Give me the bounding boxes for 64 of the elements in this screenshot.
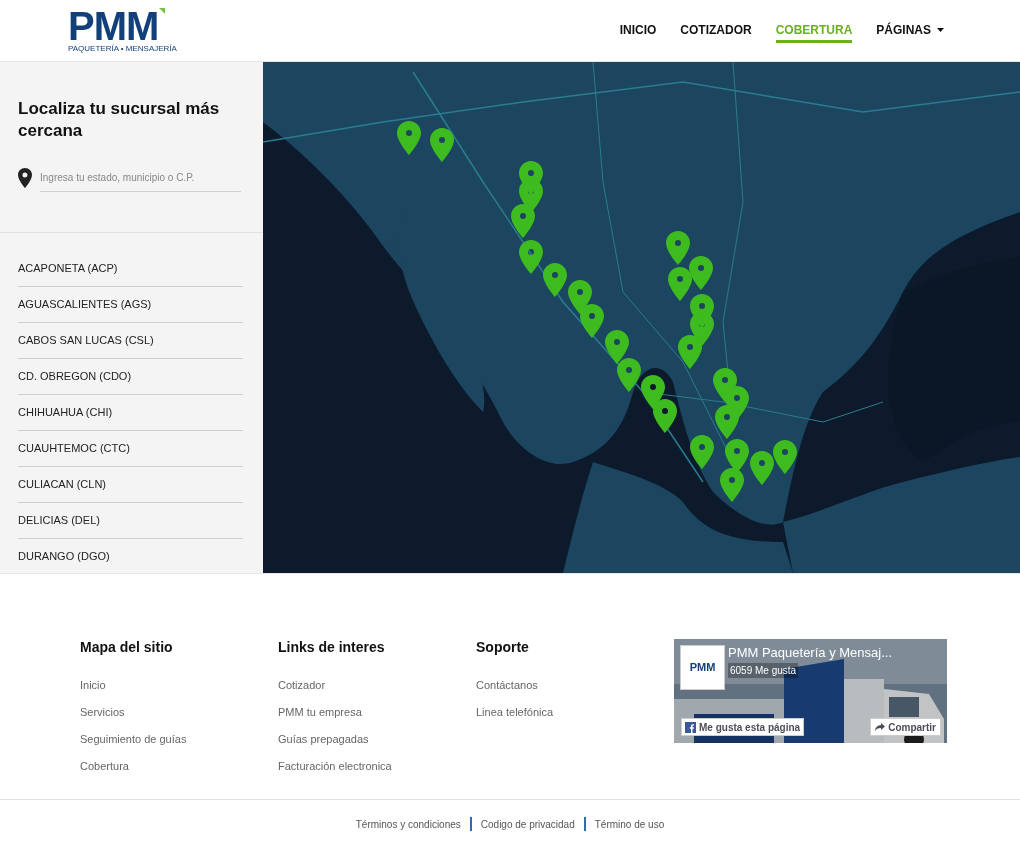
branch-item[interactable]: DURANGO (DGO) — [18, 539, 243, 573]
map-pin-icon[interactable] — [653, 399, 677, 433]
map-pin-icon[interactable] — [641, 375, 665, 409]
map-pin-icon[interactable] — [519, 179, 543, 213]
like-count: 6059 Me gusta — [728, 663, 799, 678]
nav-link[interactable]: INICIO — [619, 18, 657, 43]
legal-link[interactable]: Codigo de privacidad — [480, 816, 575, 832]
map-pin-icon[interactable] — [605, 330, 629, 364]
map-pin-icon[interactable] — [773, 440, 797, 474]
footer-heading: Mapa del sitio — [80, 638, 174, 656]
footer-heading: Soporte — [476, 638, 530, 656]
map-pin-icon[interactable] — [519, 240, 543, 274]
logo-wordmark: PMM — [68, 7, 159, 44]
footer-link[interactable]: Guías prepagadas — [278, 726, 369, 753]
logo-accent-icon — [159, 7, 166, 14]
footer-link[interactable]: Seguimiento de guías — [80, 726, 187, 753]
map-pin-icon[interactable] — [678, 335, 702, 369]
map-pin-icon[interactable] — [720, 468, 744, 502]
map-pin-icon[interactable] — [397, 121, 421, 155]
branch-item[interactable]: DELICIAS (DEL) — [18, 503, 243, 540]
map-pin-icon[interactable] — [725, 439, 749, 473]
footer-link[interactable]: Inicio — [80, 672, 106, 699]
map-pin-icon[interactable] — [666, 231, 690, 265]
map-pin-icon[interactable] — [580, 304, 604, 338]
map-pin-icon[interactable] — [568, 280, 592, 314]
map-pin-icon[interactable] — [543, 263, 567, 297]
legal-link[interactable]: Términos y condiciones — [355, 816, 461, 832]
search-field[interactable]: Ingresa tu estado, municipio o C.P. — [40, 164, 241, 192]
map-pin-icon[interactable] — [690, 435, 714, 469]
branch-item[interactable]: AGUASCALIENTES (AGS) — [18, 287, 243, 324]
nav-link[interactable]: COTIZADOR — [680, 18, 752, 43]
page-logo: PMM — [680, 645, 725, 690]
map-pin-icon[interactable] — [430, 128, 454, 162]
map-pin-icon[interactable] — [690, 312, 714, 346]
branch-item[interactable]: CABOS SAN LUCAS (CSL) — [18, 323, 243, 360]
footer-link[interactable]: Cotizador — [278, 672, 326, 699]
map-pin-icon[interactable] — [617, 358, 641, 392]
nav-link[interactable]: PÁGINAS — [876, 18, 944, 43]
facebook-page-widget[interactable]: PMM PMM Paquetería y Mensaj... 6059 Me gusta Me gusta esta página Compartir — [674, 639, 947, 743]
footer-link[interactable]: Facturación electronica — [278, 753, 392, 780]
footer-link[interactable]: Contáctanos — [476, 672, 538, 699]
branch-item[interactable]: CHIHUAHUA (CHI) — [18, 395, 243, 432]
share-button[interactable]: Compartir — [870, 718, 941, 736]
map-pin-icon[interactable] — [715, 405, 739, 439]
branch-item[interactable]: CULIACAN (CLN) — [18, 467, 243, 504]
locator-heading: Localiza tu sucursal más cercana — [18, 98, 221, 142]
footer-link[interactable]: Linea telefónica — [476, 699, 554, 726]
footer-link[interactable]: Cobertura — [80, 753, 129, 780]
map-pin-icon[interactable] — [750, 451, 774, 485]
footer-link[interactable]: PMM tu empresa — [278, 699, 362, 726]
map-pin-icon[interactable] — [511, 204, 535, 238]
legal-link[interactable]: Término de uso — [594, 816, 665, 832]
logo-tagline: PAQUETERÍA • MENSAJERÍA — [68, 43, 177, 54]
share-arrow-icon — [875, 723, 886, 731]
location-pin-icon — [18, 168, 32, 188]
branch-item[interactable]: CD. OBREGON (CDO) — [18, 359, 243, 396]
map-pin-icon[interactable] — [689, 256, 713, 290]
map-pin-icon[interactable] — [668, 267, 692, 301]
footer-heading: Links de interes — [278, 638, 386, 656]
branch-item[interactable]: CUAUHTEMOC (CTC) — [18, 431, 243, 468]
like-page-button[interactable]: Me gusta esta página — [681, 718, 805, 736]
branch-item[interactable]: ACAPONETA (ACP) — [18, 251, 243, 288]
facebook-icon — [685, 721, 696, 733]
footer-link[interactable]: Servicios — [80, 699, 125, 726]
